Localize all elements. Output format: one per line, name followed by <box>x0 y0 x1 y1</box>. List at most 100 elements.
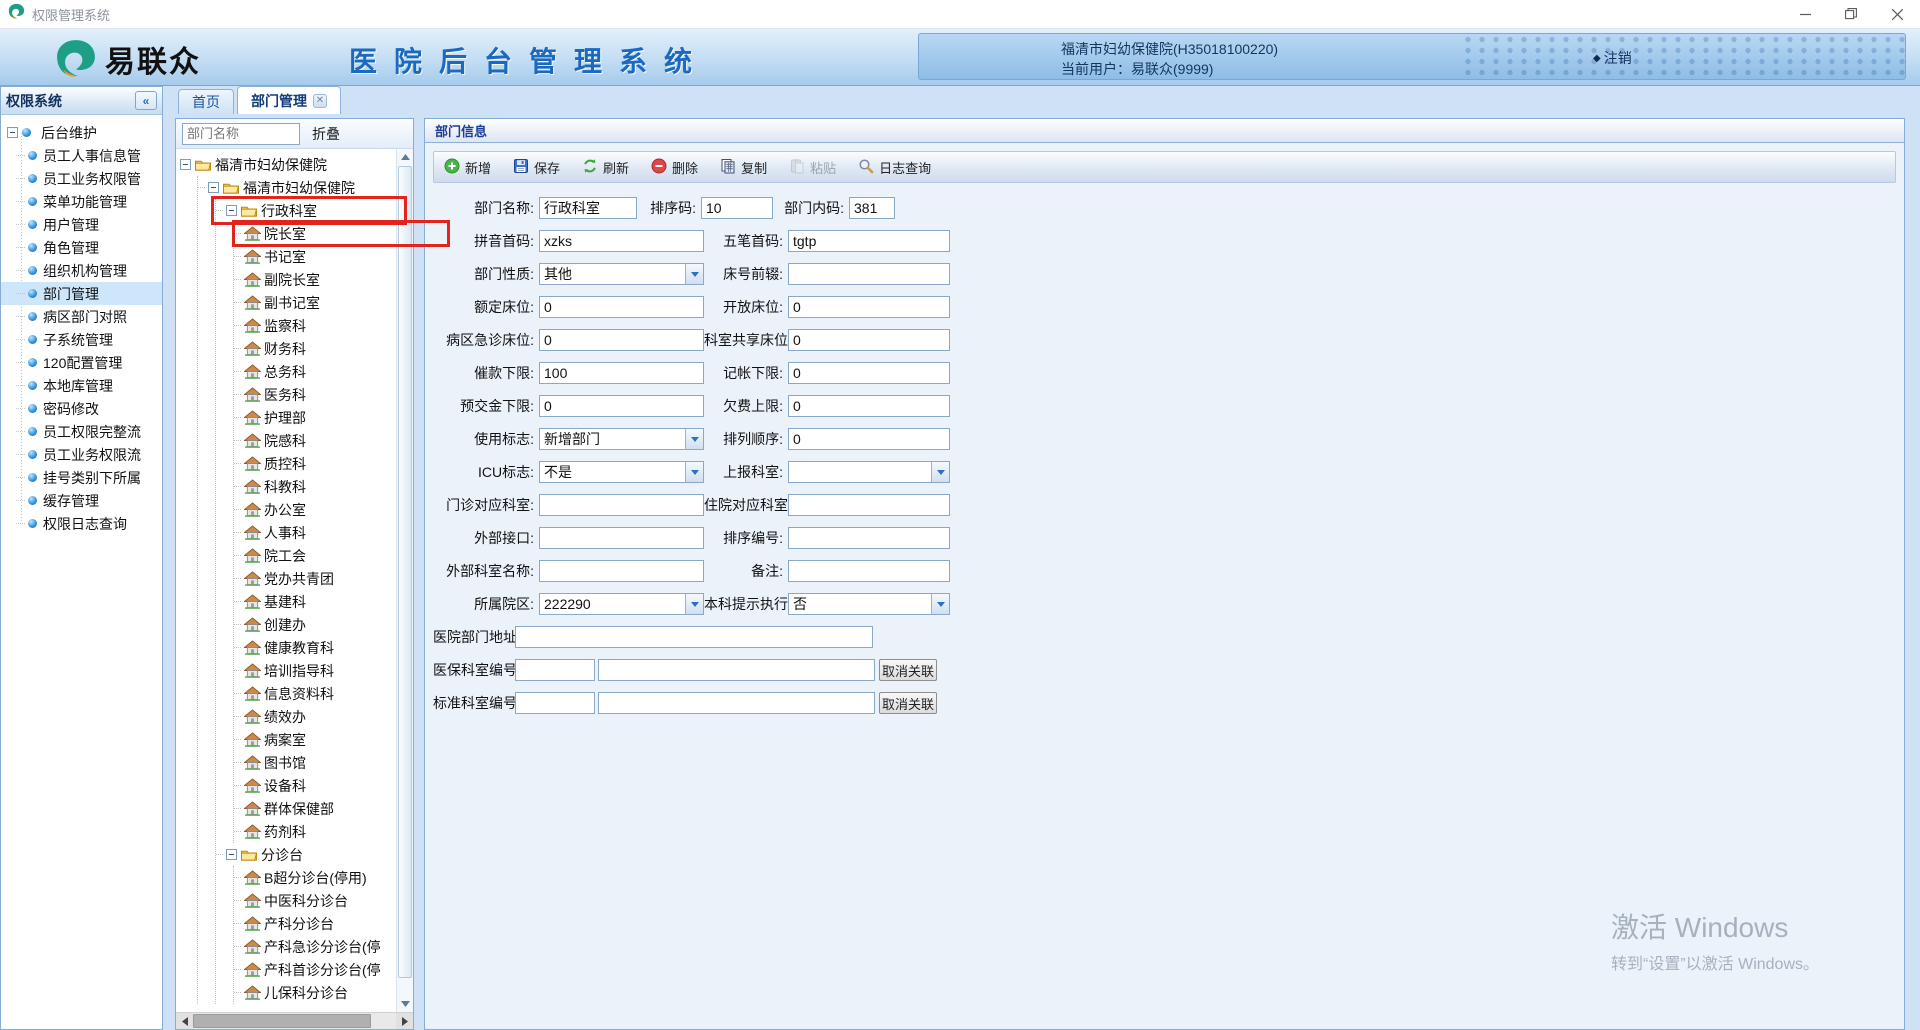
tree-leaf-药剂科[interactable]: 药剂科 <box>234 820 395 843</box>
sidebar-item-部门管理[interactable]: 部门管理 <box>1 282 162 305</box>
sidebar-root-node[interactable]: 后台维护 <box>1 121 162 144</box>
tree-horizontal-scrollbar[interactable] <box>176 1012 413 1029</box>
tree-vertical-scrollbar[interactable] <box>396 149 413 1012</box>
tree-leaf-创建办[interactable]: 创建办 <box>234 613 395 636</box>
tree-leaf-产科急诊分诊台(停[interactable]: 产科急诊分诊台(停 <box>234 935 395 958</box>
field-input[interactable] <box>539 197 637 219</box>
collapse-expander-icon[interactable] <box>208 182 219 193</box>
field-input[interactable] <box>788 230 950 252</box>
tree-leaf-院工会[interactable]: 院工会 <box>234 544 395 567</box>
collapse-expander-icon[interactable] <box>226 849 237 860</box>
tree-folder-行政科室[interactable]: 行政科室 <box>211 196 407 225</box>
field-input[interactable] <box>849 197 895 219</box>
tree-leaf-绩效办[interactable]: 绩效办 <box>234 705 395 728</box>
tree-leaf-病案室[interactable]: 病案室 <box>234 728 395 751</box>
sidebar-item-本地库管理[interactable]: 本地库管理 <box>1 374 162 397</box>
sidebar-item-菜单功能管理[interactable]: 菜单功能管理 <box>1 190 162 213</box>
tree-leaf-副书记室[interactable]: 副书记室 <box>234 291 395 314</box>
field-input[interactable] <box>701 197 773 219</box>
collapse-expander-icon[interactable] <box>180 159 191 170</box>
sidebar-item-权限日志查询[interactable]: 权限日志查询 <box>1 512 162 535</box>
tree-folder-福清市妇幼保健院[interactable]: 福清市妇幼保健院 <box>180 153 395 176</box>
tree-leaf-财务科[interactable]: 财务科 <box>234 337 395 360</box>
sidebar-item-员工人事信息管[interactable]: 员工人事信息管 <box>1 144 162 167</box>
tree-leaf-总务科[interactable]: 总务科 <box>234 360 395 383</box>
tree-leaf-儿保科分诊台[interactable]: 儿保科分诊台 <box>234 981 395 1004</box>
sidebar-item-员工权限完整流[interactable]: 员工权限完整流 <box>1 420 162 443</box>
field-input[interactable] <box>788 527 950 549</box>
field-select[interactable]: 新增部门 <box>539 428 704 450</box>
sidebar-item-挂号类别下所属[interactable]: 挂号类别下所属 <box>1 466 162 489</box>
tree-leaf-护理部[interactable]: 护理部 <box>234 406 395 429</box>
field-input[interactable] <box>539 230 704 252</box>
tree-leaf-医务科[interactable]: 医务科 <box>234 383 395 406</box>
toolbar-add-button[interactable]: 新增 <box>444 158 491 177</box>
sidebar-item-病区部门对照[interactable]: 病区部门对照 <box>1 305 162 328</box>
tree-leaf-院长室[interactable]: 院长室 <box>232 220 450 247</box>
sidebar-item-子系统管理[interactable]: 子系统管理 <box>1 328 162 351</box>
tree-leaf-产科首诊分诊台(停[interactable]: 产科首诊分诊台(停 <box>234 958 395 981</box>
scroll-up-icon[interactable] <box>397 149 414 165</box>
tree-leaf-党办共青团[interactable]: 党办共青团 <box>234 567 395 590</box>
field-input[interactable] <box>539 560 704 582</box>
field-select[interactable]: 不是 <box>539 461 704 483</box>
tab-close-icon[interactable]: ✕ <box>313 93 327 108</box>
dropdown-button[interactable] <box>685 462 703 482</box>
tree-folder-福清市妇幼保健院[interactable]: 福清市妇幼保健院 <box>198 176 395 199</box>
restore-button[interactable] <box>1828 0 1874 28</box>
tree-leaf-信息资料科[interactable]: 信息资料科 <box>234 682 395 705</box>
scroll-right-icon[interactable] <box>396 1013 413 1029</box>
tree-leaf-健康教育科[interactable]: 健康教育科 <box>234 636 395 659</box>
fold-button[interactable]: 折叠 <box>312 124 340 144</box>
close-button[interactable] <box>1874 0 1920 28</box>
toolbar-save-button[interactable]: 保存 <box>513 158 560 177</box>
field-input[interactable] <box>539 296 704 318</box>
tree-leaf-人事科[interactable]: 人事科 <box>234 521 395 544</box>
department-search-input[interactable] <box>182 122 300 145</box>
field-input[interactable] <box>539 329 704 351</box>
collapse-expander-icon[interactable] <box>7 127 18 138</box>
field-input[interactable] <box>539 395 704 417</box>
address-input[interactable] <box>515 626 873 648</box>
field-select[interactable]: 否 <box>788 593 950 615</box>
field-input[interactable] <box>788 296 950 318</box>
tree-leaf-副院长室[interactable]: 副院长室 <box>234 268 395 291</box>
field-input[interactable] <box>788 395 950 417</box>
field-input[interactable] <box>788 329 950 351</box>
sidebar-item-用户管理[interactable]: 用户管理 <box>1 213 162 236</box>
tree-leaf-质控科[interactable]: 质控科 <box>234 452 395 475</box>
sidebar-item-员工业务权限管[interactable]: 员工业务权限管 <box>1 167 162 190</box>
name-input[interactable] <box>598 692 875 714</box>
tree-leaf-中医科分诊台[interactable]: 中医科分诊台 <box>234 889 395 912</box>
sidebar-item-员工业务权限流[interactable]: 员工业务权限流 <box>1 443 162 466</box>
sidebar-item-120配置管理[interactable]: 120配置管理 <box>1 351 162 374</box>
field-select[interactable] <box>788 461 950 483</box>
toolbar-refresh-button[interactable]: 刷新 <box>582 158 629 177</box>
field-input[interactable] <box>788 362 950 384</box>
tree-leaf-产科分诊台[interactable]: 产科分诊台 <box>234 912 395 935</box>
unlink-button[interactable]: 取消关联 <box>879 692 937 714</box>
tree-leaf-群体保健部[interactable]: 群体保健部 <box>234 797 395 820</box>
tree-leaf-监察科[interactable]: 监察科 <box>234 314 395 337</box>
scroll-down-icon[interactable] <box>397 996 414 1012</box>
minimize-button[interactable] <box>1782 0 1828 28</box>
scrollbar-thumb[interactable] <box>193 1014 371 1028</box>
tree-folder-分诊台[interactable]: 分诊台 <box>216 843 395 866</box>
field-input[interactable] <box>788 428 950 450</box>
sidebar-collapse-button[interactable]: « <box>135 91 157 110</box>
toolbar-delete-button[interactable]: 删除 <box>651 158 698 177</box>
field-select[interactable]: 222290 <box>539 593 704 615</box>
dropdown-button[interactable] <box>685 264 703 284</box>
sidebar-item-密码修改[interactable]: 密码修改 <box>1 397 162 420</box>
unlink-button[interactable]: 取消关联 <box>879 659 937 681</box>
field-input[interactable] <box>788 494 950 516</box>
toolbar-log-search-button[interactable]: 日志查询 <box>858 158 931 177</box>
field-input[interactable] <box>539 527 704 549</box>
dropdown-button[interactable] <box>931 594 949 614</box>
sidebar-item-角色管理[interactable]: 角色管理 <box>1 236 162 259</box>
scrollbar-thumb[interactable] <box>398 166 412 978</box>
field-input[interactable] <box>788 263 950 285</box>
field-input[interactable] <box>539 494 704 516</box>
toolbar-copy-button[interactable]: 复制 <box>720 158 767 177</box>
dropdown-button[interactable] <box>931 462 949 482</box>
